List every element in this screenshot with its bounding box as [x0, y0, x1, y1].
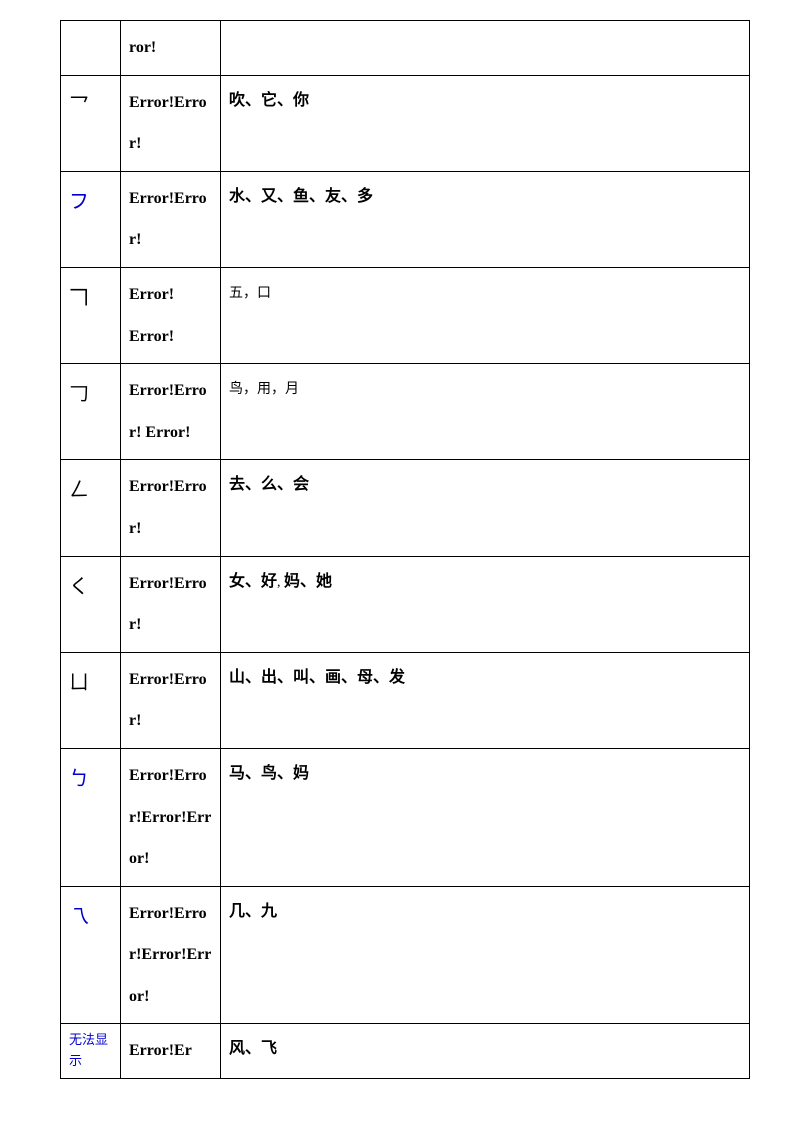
chars-cell: 山、出、叫、画、母、发 [229, 669, 405, 686]
error-cell: Error! Error! [129, 286, 174, 345]
stroke-cell: 𠃍 [69, 287, 89, 309]
error-cell: Error!Error! [129, 478, 207, 537]
chars-cell: 吹、它、你 [229, 92, 309, 109]
table-row: 𠃍 Error! Error! 五，口 [61, 267, 750, 363]
chars-cell: 水、又、鱼、友、多 [229, 188, 373, 205]
chars-cell: 去、么、会 [229, 476, 309, 493]
chars-cell: 几、九 [229, 903, 277, 920]
chars-cell: 马、鸟、妈 [229, 765, 309, 782]
error-cell: Error!Er [129, 1042, 192, 1059]
table-row: フ Error!Error! 水、又、鱼、友、多 [61, 171, 750, 267]
stroke-cell: 𠃌 [69, 383, 89, 405]
table-row: 𠃌 Error!Error! Error! 鸟，用，月 [61, 364, 750, 460]
error-cell: Error!Error!Error!Error! [129, 767, 211, 867]
error-cell: Error!Error!Error!Error! [129, 905, 211, 1005]
stroke-cell: ㄩ [69, 672, 89, 694]
table-row: 乁 Error!Error!Error!Error! 几、九 [61, 886, 750, 1024]
stroke-cell: 乁 [69, 906, 89, 928]
stroke-cell: 无法显示 [69, 1032, 108, 1068]
chars-cell: 妈、她 [284, 573, 332, 590]
chars-cell: 五，口 [229, 286, 271, 301]
chars-cell: 风、飞 [229, 1040, 277, 1057]
stroke-cell: ㄥ [69, 479, 89, 501]
table-row: ror! [61, 21, 750, 76]
table-row: ㄅ Error!Error!Error!Error! 马、鸟、妈 [61, 748, 750, 886]
stroke-cell: ㄅ [69, 768, 89, 790]
table-row: 乛 Error!Error! 吹、它、你 [61, 75, 750, 171]
error-cell: Error!Error! [129, 575, 207, 634]
error-cell: ror! [129, 39, 156, 56]
chars-cell: 鸟，用，月 [229, 382, 299, 397]
table-row: く Error!Error! 女、好, 妈、她 [61, 556, 750, 652]
table-row: 无法显示 Error!Er 风、飞 [61, 1024, 750, 1079]
stroke-cell: 乛 [69, 95, 89, 117]
error-cell: Error!Error! [129, 190, 207, 249]
chars-sep: , [277, 575, 284, 590]
stroke-cell: く [69, 576, 89, 598]
table-row: ㄥ Error!Error! 去、么、会 [61, 460, 750, 556]
table-row: ㄩ Error!Error! 山、出、叫、画、母、发 [61, 652, 750, 748]
error-cell: Error!Error! Error! [129, 382, 207, 441]
stroke-table: ror! 乛 Error!Error! 吹、它、你 フ Error!Error!… [60, 20, 750, 1079]
error-cell: Error!Error! [129, 671, 207, 730]
chars-cell: 女、好 [229, 573, 277, 590]
stroke-cell: フ [69, 191, 89, 213]
error-cell: Error!Error! [129, 94, 207, 153]
